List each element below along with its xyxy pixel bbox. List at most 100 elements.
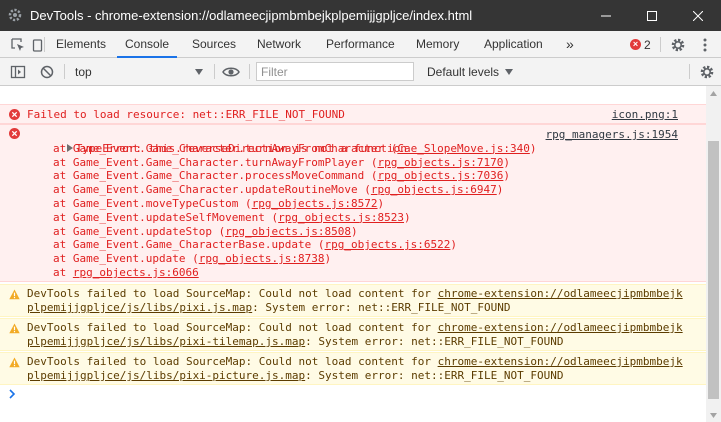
sourcemap-url-link[interactable]: chrome-extension://odlameecjipmbmbejk bbox=[438, 355, 683, 368]
stack-frame: at Game_Event.Game_Character.updateRouti… bbox=[53, 183, 504, 197]
eye-icon bbox=[222, 67, 240, 76]
scroll-down-arrow-icon bbox=[710, 412, 717, 418]
sidebar-toggle-icon bbox=[10, 65, 26, 78]
error-count-label: 2 bbox=[644, 37, 651, 52]
log-levels-label: Default levels bbox=[427, 64, 500, 79]
window-title: DevTools - chrome-extension://odlameecji… bbox=[30, 8, 473, 23]
toolbar-separator bbox=[660, 37, 661, 52]
scrollbar-thumb[interactable] bbox=[708, 141, 719, 399]
scroll-down-button[interactable] bbox=[706, 408, 721, 422]
gear-icon bbox=[700, 65, 714, 78]
settings-button[interactable] bbox=[667, 31, 689, 58]
warning-line-2: plpemijjgpljce/js/libs/pixi-tilemap.js.m… bbox=[27, 335, 564, 348]
stack-frame: at Game_Event.Game_Character.processMove… bbox=[53, 169, 510, 183]
sourcemap-url-link[interactable]: plpemijjgpljce/js/libs/pixi-picture.js.m… bbox=[27, 369, 305, 382]
device-toolbar-button[interactable] bbox=[32, 31, 44, 58]
error-icon: × bbox=[630, 39, 641, 50]
console-settings-button[interactable] bbox=[696, 58, 718, 85]
warning-line-2: plpemijjgpljce/js/libs/pixi-picture.js.m… bbox=[27, 369, 564, 382]
more-tabs-button[interactable]: » bbox=[558, 31, 582, 58]
stack-frame: at rpg_objects.js:6066 bbox=[53, 266, 199, 279]
toolbar-separator bbox=[64, 64, 65, 79]
tab-network[interactable]: Network bbox=[249, 31, 309, 58]
panel-tabbar: Elements Console Sources Network Perform… bbox=[0, 31, 721, 58]
source-link[interactable]: rpg_managers.js:1954 bbox=[546, 128, 678, 142]
toolbar-separator bbox=[44, 37, 45, 52]
warning-line-1: DevTools failed to load SourceMap: Could… bbox=[27, 321, 683, 334]
tab-application[interactable]: Application bbox=[476, 31, 551, 58]
device-icon bbox=[32, 38, 43, 52]
console-warning-message: DevTools failed to load SourceMap: Could… bbox=[0, 318, 706, 351]
stack-file-link[interactable]: rpg_objects.js:7170 bbox=[378, 156, 504, 169]
stack-file-link[interactable]: rpg_objects.js:8508 bbox=[225, 225, 351, 238]
gear-icon bbox=[671, 38, 685, 51]
minimize-icon bbox=[601, 15, 611, 16]
tab-performance[interactable]: Performance bbox=[318, 31, 403, 58]
tab-sources[interactable]: Sources bbox=[184, 31, 244, 58]
toolbar-separator bbox=[249, 64, 250, 79]
source-link[interactable]: icon.png:1 bbox=[612, 108, 678, 122]
dropdown-arrow-icon bbox=[195, 68, 203, 75]
stack-file-link[interactable]: rpg_objects.js:8572 bbox=[252, 197, 378, 210]
stack-file-link[interactable]: rpg_objects.js:6066 bbox=[73, 266, 199, 279]
console-scrollbar[interactable] bbox=[706, 86, 721, 422]
close-icon bbox=[693, 10, 703, 21]
console-messages: Failed to load resource: net::ERR_FILE_N… bbox=[0, 86, 706, 422]
error-icon bbox=[9, 109, 20, 120]
scroll-up-button[interactable] bbox=[706, 86, 721, 100]
sourcemap-url-link[interactable]: plpemijjgpljce/js/libs/pixi-tilemap.js.m… bbox=[27, 335, 305, 348]
kebab-menu-icon bbox=[703, 38, 707, 51]
toolbar-separator bbox=[689, 64, 690, 79]
warning-line-1: DevTools failed to load SourceMap: Could… bbox=[27, 355, 683, 368]
live-expression-button[interactable] bbox=[219, 58, 243, 85]
stack-frame: at Game_Event.Game_Character.turnAwayFro… bbox=[53, 141, 537, 155]
title-bar: DevTools - chrome-extension://odlameecji… bbox=[0, 0, 721, 31]
devtools-gear-icon bbox=[8, 8, 22, 22]
close-button[interactable] bbox=[675, 0, 721, 31]
stack-frame: at Game_Event.update (rpg_objects.js:873… bbox=[53, 252, 332, 266]
tab-console[interactable]: Console bbox=[117, 31, 178, 58]
stack-file-link[interactable]: rpg_objects.js:6947 bbox=[371, 183, 497, 196]
console-warning-message: DevTools failed to load SourceMap: Could… bbox=[0, 352, 706, 385]
sourcemap-url-link[interactable]: chrome-extension://odlameecjipmbmbejk bbox=[438, 321, 683, 334]
console-warning-message: DevTools failed to load SourceMap: Could… bbox=[0, 284, 706, 317]
log-levels-dropdown[interactable]: Default levels bbox=[427, 58, 514, 85]
dropdown-arrow-icon bbox=[505, 68, 514, 75]
console-error-message: Failed to load resource: net::ERR_FILE_N… bbox=[0, 104, 706, 124]
tab-elements[interactable]: Elements bbox=[48, 31, 114, 58]
warning-icon bbox=[9, 289, 20, 300]
customize-menu-button[interactable] bbox=[697, 31, 713, 58]
stack-frame: at Game_Event.updateSelfMovement (rpg_ob… bbox=[53, 210, 411, 224]
prompt-chevron-icon bbox=[9, 389, 16, 399]
stack-file-link[interactable]: rpg_objects.js:8738 bbox=[199, 252, 325, 265]
warning-icon bbox=[9, 323, 20, 334]
stack-file-link[interactable]: rpg_objects.js:7036 bbox=[378, 169, 504, 182]
sourcemap-url-link[interactable]: chrome-extension://odlameecjipmbmbejk bbox=[438, 287, 683, 300]
context-select[interactable]: top bbox=[69, 58, 209, 85]
filter-input[interactable] bbox=[256, 62, 414, 81]
minimize-button[interactable] bbox=[583, 0, 629, 31]
console-toolbar: top Default levels bbox=[0, 58, 721, 86]
warning-line-2: plpemijjgpljce/js/libs/pixi.js.map: Syst… bbox=[27, 301, 511, 314]
scroll-up-arrow-icon bbox=[710, 90, 717, 96]
show-sidebar-button[interactable] bbox=[6, 58, 30, 85]
stack-file-link[interactable]: Cae_SlopeMove.js:340 bbox=[397, 142, 529, 155]
tab-memory[interactable]: Memory bbox=[408, 31, 467, 58]
error-counter[interactable]: × 2 bbox=[630, 31, 651, 58]
maximize-button[interactable] bbox=[629, 0, 675, 31]
warning-icon bbox=[9, 357, 20, 368]
stack-frame: at Game_Event.updateStop (rpg_objects.js… bbox=[53, 224, 358, 238]
error-text: Failed to load resource: net::ERR_FILE_N… bbox=[27, 108, 345, 121]
maximize-icon bbox=[647, 10, 657, 21]
stack-frame: at Game_Event.Game_Character.turnAwayFro… bbox=[53, 155, 510, 169]
console-prompt[interactable] bbox=[9, 388, 16, 402]
stack-file-link[interactable]: rpg_objects.js:8523 bbox=[278, 211, 404, 224]
inspect-icon bbox=[11, 37, 24, 51]
stack-frame: at Game_Event.moveTypeCustom (rpg_object… bbox=[53, 197, 385, 210]
stack-file-link[interactable]: rpg_objects.js:6522 bbox=[325, 238, 451, 251]
sourcemap-url-link[interactable]: plpemijjgpljce/js/libs/pixi.js.map bbox=[27, 301, 252, 314]
clear-console-button[interactable] bbox=[36, 58, 58, 85]
console-error-message: TypeError: this.reverseDirection is not … bbox=[0, 124, 706, 282]
inspect-element-button[interactable] bbox=[4, 31, 32, 58]
context-value: top bbox=[75, 64, 92, 79]
